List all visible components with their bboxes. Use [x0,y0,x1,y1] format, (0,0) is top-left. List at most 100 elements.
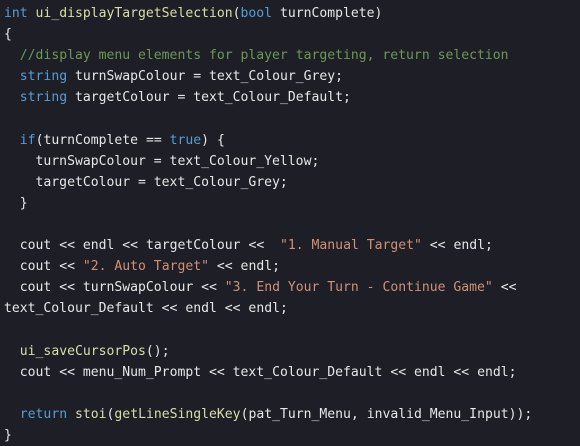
operator-token: << [59,280,75,296]
keyword-token: true [169,132,202,148]
identifier-token: text_Colour_Default [224,364,391,380]
operator-token: == [145,132,162,148]
operator-token: << [59,364,75,380]
code-line[interactable]: { [4,24,580,45]
identifier-token: targetColour [138,238,249,254]
identifier-token: turnComplete [272,6,375,21]
code-line[interactable]: if(turnComplete == true) { [4,130,580,151]
operator-token: ; [343,90,351,106]
identifier-token [4,407,20,422]
operator-token: << [208,364,225,380]
identifier-token: text_Colour_Yellow [161,153,312,169]
operator-token: ; [335,69,344,85]
operator-token: << [500,280,517,296]
code-line[interactable]: int ui_displayTargetSelection(bool turnC… [4,3,580,24]
code-line[interactable]: cout << menu_Num_Prompt << text_Colour_D… [4,362,580,383]
identifier-token: endl [177,301,225,317]
code-editor[interactable]: int ui_displayTargetSelection(bool turnC… [0,0,580,446]
operator-token: << [224,301,241,317]
identifier-token: cout [4,280,60,296]
function-name-token: ui_displayTargetSelection [35,6,233,21]
identifier-token [4,69,20,84]
identifier-token: turnSwapColour [74,280,202,296]
code-line[interactable] [4,319,580,340]
identifier-token: targetColour [4,174,139,190]
identifier-token [422,238,430,253]
operator-token: << [59,238,75,254]
keyword-token: if [19,132,36,148]
identifier-token [4,90,20,105]
keyword-token: string [19,90,68,106]
code-line[interactable]: string targetColour = text_Colour_Defaul… [4,87,580,108]
operator-token: ) [201,132,210,148]
operator-token: << [390,364,407,380]
identifier-token [4,344,20,359]
operator-token: << [453,364,470,380]
identifier-token [217,280,225,295]
code-line[interactable] [4,214,580,235]
keyword-token: bool [240,6,273,21]
code-line[interactable] [4,383,580,404]
operator-token: << [59,259,75,275]
identifier-token [67,407,75,422]
identifier-token [28,6,36,21]
function-name-token: stoi [74,406,107,422]
identifier-token: text_Colour_Grey [201,69,336,85]
operator-token: )); [508,406,533,422]
identifier-token [4,48,20,63]
identifier-token [4,133,20,148]
string-literal-token: "2. Auto Target" [82,259,209,275]
identifier-token: endl [240,301,280,317]
function-name-token: getLineSingleKey [114,406,241,422]
code-line[interactable]: } [4,425,580,446]
keyword-token: int [4,6,28,21]
code-line[interactable]: cout << "2. Auto Target" << endl; [4,256,580,277]
operator-token: ; [485,238,493,254]
operator-token: ) [374,6,383,21]
identifier-token: turnSwapColour [4,153,154,169]
identifier-token: menu_Num_Prompt [74,364,209,380]
operator-token: { [4,27,12,43]
operator-token: ( [232,6,241,21]
code-line[interactable]: //display menu elements for player targe… [4,45,580,66]
identifier-token [75,259,83,274]
code-line[interactable]: cout << endl << targetColour << "1. Manu… [4,235,580,256]
function-name-token: ui_saveCursorPos [19,343,146,359]
operator-token: << [429,238,446,254]
identifier-token [162,133,170,148]
identifier-token: text_Colour_Grey [145,174,280,190]
operator-token: << [122,238,139,254]
identifier-token: endl [74,238,123,254]
code-line[interactable]: text_Colour_Default << endl << endl; [4,298,580,319]
code-line[interactable]: ui_saveCursorPos(); [4,341,580,362]
identifier-token [209,259,217,274]
identifier-token [493,280,501,295]
code-line[interactable]: } [4,193,580,214]
identifier-token: text_Colour_Default [185,90,344,106]
identifier-token: endl [232,259,273,275]
identifier-token: turnSwapColour [67,69,194,85]
operator-token: ; [311,153,320,169]
identifier-token [264,238,280,253]
code-line[interactable]: turnSwapColour = text_Colour_Yellow; [4,151,580,172]
code-line[interactable]: targetColour = text_Colour_Grey; [4,172,580,193]
string-literal-token: "3. End Your Turn - Continue Game" [224,280,493,296]
identifier-token: turnComplete [43,132,146,148]
identifier-token [4,196,20,211]
operator-token: << [201,280,217,296]
code-line[interactable] [4,108,580,129]
identifier-token: endl [469,364,509,380]
identifier-token [209,133,217,148]
code-line[interactable]: string turnSwapColour = text_Colour_Grey… [4,66,580,87]
operator-token: ; [279,301,288,317]
operator-token: << [161,301,178,317]
operator-token: = [193,69,202,85]
operator-token: << [248,238,265,254]
identifier-token: endl [445,238,485,254]
identifier-token: pat_Turn_Menu, invalid_Menu_Input [248,406,509,422]
identifier-token: text_Colour_Default [4,301,162,317]
identifier-token: cout [4,259,60,275]
code-line[interactable]: return stoi(getLineSingleKey(pat_Turn_Me… [4,404,580,425]
keyword-token: return [19,406,68,422]
code-line[interactable]: cout << turnSwapColour << "3. End Your T… [4,277,580,298]
